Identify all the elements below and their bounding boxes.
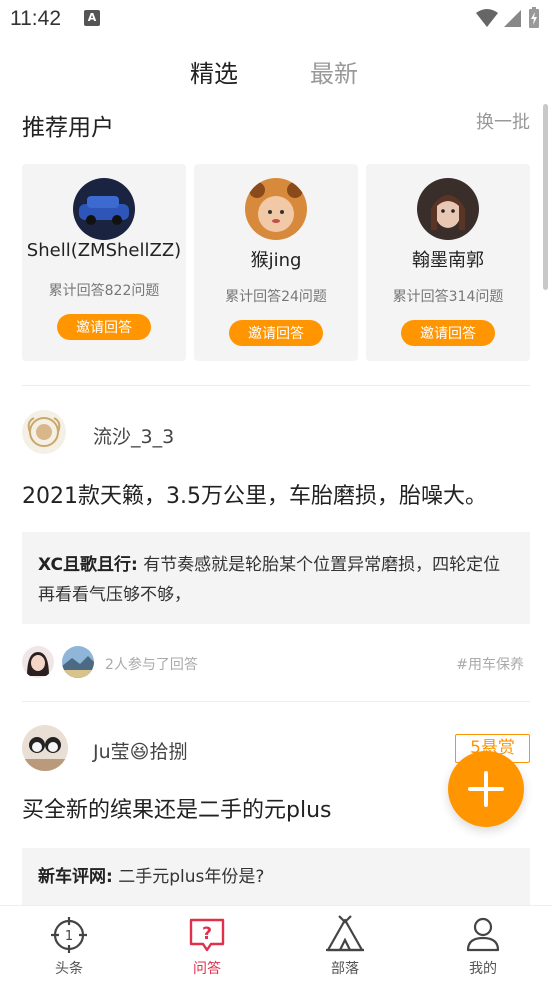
nav-item-qa[interactable]: ? 问答	[138, 914, 276, 978]
tent-icon	[326, 915, 364, 952]
recommended-header: 推荐用户 换一批	[22, 108, 530, 141]
refresh-button[interactable]: 换一批	[476, 108, 530, 134]
battery-icon	[529, 7, 539, 28]
top-tabs: 精选 最新	[0, 50, 540, 94]
divider	[22, 385, 530, 386]
post-author-avatar[interactable]	[22, 725, 68, 771]
user-name: 翰墨南郭	[412, 250, 484, 271]
user-name: 猴jing	[250, 250, 302, 271]
tab-latest[interactable]: 最新	[310, 54, 358, 89]
invite-button[interactable]: 邀请回答	[229, 320, 323, 346]
user-name: Shell(ZMShellZZ)	[26, 240, 182, 261]
nav-label: 部落	[331, 961, 359, 977]
add-question-button[interactable]	[448, 751, 524, 827]
post-author-name[interactable]: Ju莹😆拾捌	[93, 737, 187, 764]
nav-label: 头条	[55, 961, 83, 977]
signal-icon	[504, 10, 521, 27]
nav-label: 我的	[469, 961, 497, 977]
status-icons	[476, 7, 540, 29]
participants-text: 2人参与了回答	[105, 657, 198, 673]
avatar[interactable]	[417, 178, 479, 240]
status-bar: 11:42 A	[0, 0, 552, 38]
participant-avatar	[62, 646, 94, 678]
wifi-icon	[476, 9, 498, 27]
target-icon: 1	[51, 917, 87, 953]
recommended-title: 推荐用户	[22, 115, 114, 141]
avatar[interactable]	[73, 178, 135, 240]
topic-tag[interactable]: #用车保养	[456, 654, 524, 674]
invite-button[interactable]: 邀请回答	[57, 314, 151, 340]
notification-icon: A	[84, 10, 100, 26]
user-stat: 累计回答24问题	[225, 289, 327, 305]
bottom-nav: 1 头条 ? 问答 部落 我的	[0, 905, 552, 983]
post-author-avatar[interactable]	[22, 410, 66, 454]
participants-row: 2人参与了回答 #用车保养	[22, 646, 530, 680]
answer-text: 二手元plus年份是?	[118, 867, 265, 887]
answer-author: 新车评网:	[38, 867, 113, 887]
person-icon	[466, 917, 500, 952]
status-time: 11:42	[10, 7, 61, 30]
post-question[interactable]: 买全新的缤果还是二手的元plus	[22, 792, 331, 824]
user-card[interactable]: Shell(ZMShellZZ) 累计回答822问题 邀请回答	[22, 164, 186, 361]
nav-item-me[interactable]: 我的	[414, 914, 552, 978]
nav-item-headlines[interactable]: 1 头条	[0, 914, 138, 978]
user-card[interactable]: 猴jing 累计回答24问题 邀请回答	[194, 164, 358, 361]
answer-preview[interactable]: XC且歌且行: 有节奏感就是轮胎某个位置异常磨损，四轮定位再看看气压够不够，	[22, 532, 530, 624]
svg-text:1: 1	[65, 929, 73, 944]
avatar[interactable]	[245, 178, 307, 240]
plus-icon	[468, 771, 504, 807]
answer-author: XC且歌且行:	[38, 555, 138, 575]
user-stat: 累计回答314问题	[392, 289, 504, 305]
tab-featured[interactable]: 精选	[190, 54, 238, 89]
invite-button[interactable]: 邀请回答	[401, 320, 495, 346]
post-question[interactable]: 2021款天籁，3.5万公里，车胎磨损，胎噪大。	[22, 478, 487, 510]
nav-item-tribe[interactable]: 部落	[276, 914, 414, 978]
divider	[22, 701, 530, 702]
user-stat: 累计回答822问题	[48, 283, 160, 299]
post-author-name[interactable]: 流沙_3_3	[93, 422, 174, 449]
question-bubble-icon: ?	[189, 918, 225, 952]
user-card[interactable]: 翰墨南郭 累计回答314问题 邀请回答	[366, 164, 530, 361]
nav-label: 问答	[193, 961, 221, 977]
scrollbar[interactable]	[543, 104, 548, 290]
answer-preview[interactable]: 新车评网: 二手元plus年份是?	[22, 848, 530, 908]
svg-text:?: ?	[202, 924, 212, 944]
participant-avatar	[22, 646, 54, 678]
